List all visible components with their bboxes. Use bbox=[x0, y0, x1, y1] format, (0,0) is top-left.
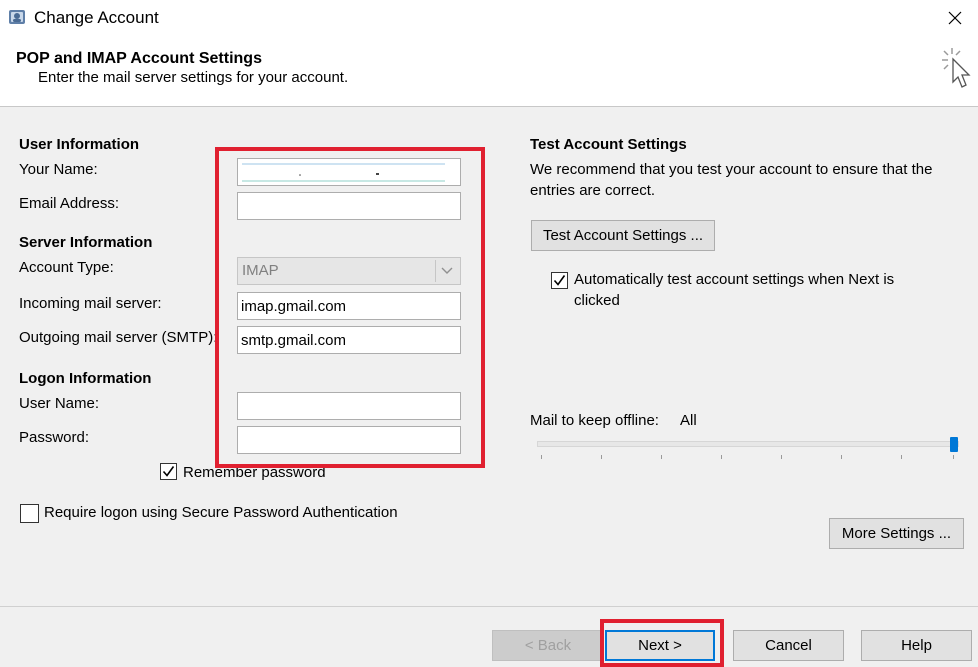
user-name-label: User Name: bbox=[19, 395, 100, 412]
help-button[interactable]: Help bbox=[861, 630, 972, 661]
test-description-line1: We recommend that you test your account … bbox=[530, 161, 933, 178]
chevron-down-icon bbox=[435, 260, 458, 282]
next-button[interactable]: Next > bbox=[605, 630, 715, 661]
outgoing-mail-server-label: Outgoing mail server (SMTP): bbox=[19, 329, 218, 346]
test-account-settings-heading: Test Account Settings bbox=[530, 136, 687, 153]
mail-offline-label: Mail to keep offline: bbox=[530, 412, 659, 429]
your-name-label: Your Name: bbox=[19, 161, 98, 178]
footer-divider bbox=[0, 606, 978, 607]
header-banner: POP and IMAP Account Settings Enter the … bbox=[0, 36, 978, 107]
outgoing-mail-server-input[interactable] bbox=[237, 326, 461, 354]
change-account-window: Change Account POP and IMAP Account Sett… bbox=[0, 0, 978, 667]
email-address-label: Email Address: bbox=[19, 195, 120, 212]
mail-offline-slider-thumb[interactable] bbox=[950, 437, 958, 452]
secure-password-auth-checkbox[interactable] bbox=[20, 504, 39, 523]
close-button[interactable] bbox=[932, 0, 978, 36]
mail-offline-value: All bbox=[680, 412, 697, 429]
server-information-heading: Server Information bbox=[19, 234, 153, 251]
account-type-label: Account Type: bbox=[19, 259, 114, 276]
auto-test-checkbox[interactable] bbox=[551, 272, 568, 289]
slider-tick bbox=[953, 455, 954, 459]
test-account-settings-button[interactable]: Test Account Settings ... bbox=[531, 220, 715, 251]
cursor-click-icon bbox=[938, 44, 978, 94]
more-settings-button[interactable]: More Settings ... bbox=[829, 518, 964, 549]
user-information-heading: User Information bbox=[19, 136, 140, 153]
user-name-input[interactable] bbox=[237, 392, 461, 420]
slider-tick bbox=[601, 455, 602, 459]
page-subtitle: Enter the mail server settings for your … bbox=[38, 69, 349, 86]
back-button[interactable]: < Back bbox=[492, 630, 604, 661]
auto-test-label-line2: clicked bbox=[574, 292, 620, 309]
logon-information-heading: Logon Information bbox=[19, 370, 152, 387]
password-label: Password: bbox=[19, 429, 90, 446]
outlook-account-icon bbox=[6, 6, 28, 28]
page-title: POP and IMAP Account Settings bbox=[16, 50, 262, 67]
name-redaction-mark bbox=[240, 162, 445, 182]
slider-tick bbox=[541, 455, 542, 459]
incoming-mail-server-input[interactable] bbox=[237, 292, 461, 320]
password-input[interactable] bbox=[237, 426, 461, 454]
test-description-line2: entries are correct. bbox=[530, 182, 656, 199]
title-bar: Change Account bbox=[0, 0, 978, 36]
checkmark-icon bbox=[553, 275, 566, 286]
close-icon bbox=[948, 11, 962, 25]
incoming-mail-server-label: Incoming mail server: bbox=[19, 295, 162, 312]
email-address-input[interactable] bbox=[237, 192, 461, 220]
secure-password-auth-label: Require logon using Secure Password Auth… bbox=[44, 504, 398, 521]
checkmark-icon bbox=[162, 466, 175, 477]
auto-test-label-line1: Automatically test account settings when… bbox=[574, 271, 895, 288]
account-type-value: IMAP bbox=[242, 262, 279, 279]
remember-password-checkbox[interactable] bbox=[160, 463, 177, 480]
slider-tick bbox=[901, 455, 902, 459]
slider-tick bbox=[721, 455, 722, 459]
mail-offline-slider-track[interactable] bbox=[537, 441, 959, 447]
slider-tick bbox=[841, 455, 842, 459]
slider-tick bbox=[781, 455, 782, 459]
slider-tick bbox=[661, 455, 662, 459]
remember-password-label: Remember password bbox=[183, 464, 326, 481]
window-title: Change Account bbox=[34, 8, 159, 27]
cancel-button[interactable]: Cancel bbox=[733, 630, 844, 661]
account-type-select: IMAP bbox=[237, 257, 461, 285]
